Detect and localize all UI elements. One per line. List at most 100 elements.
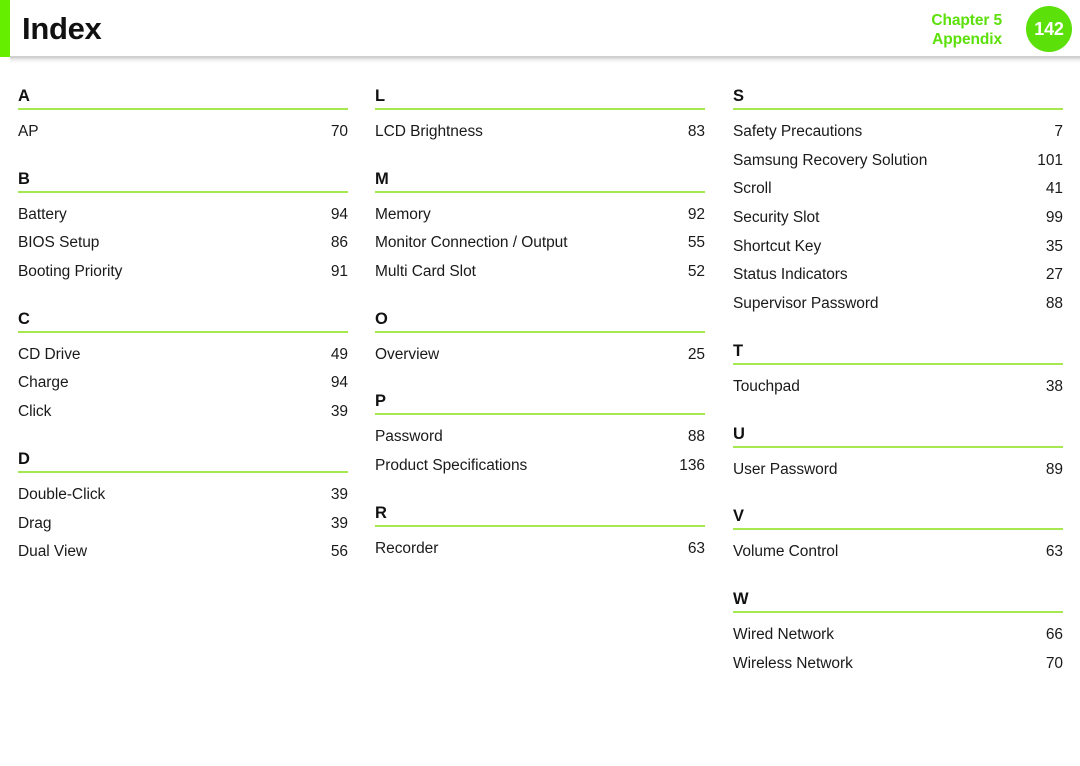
index-entry-label: Booting Priority	[18, 263, 123, 281]
index-entry-label: Wireless Network	[733, 654, 853, 672]
index-entry[interactable]: BIOS Setup 86	[18, 229, 348, 258]
letter-heading: P	[375, 392, 387, 411]
letter-group-t: T Touchpad 38	[733, 341, 1063, 402]
index-entry[interactable]: Charge 94	[18, 369, 348, 398]
index-entry-label: Samsung Recovery Solution	[733, 151, 928, 169]
index-entry[interactable]: Security Slot 99	[733, 204, 1063, 233]
chapter-section-label: Appendix	[932, 31, 1002, 48]
entry-list: Touchpad 38	[733, 373, 1063, 402]
index-entry-label: CD Drive	[18, 345, 81, 363]
letter-rule	[733, 528, 1063, 531]
index-entry-page: 39	[330, 403, 348, 421]
index-entry-label: Recorder	[375, 539, 439, 557]
index-entry[interactable]: Monitor Connection / Output 55	[375, 229, 705, 258]
index-entry-page: 89	[1045, 460, 1063, 478]
index-entry[interactable]: Product Specifications 136	[375, 452, 705, 481]
letter-heading: R	[375, 503, 387, 522]
index-entry-label: Overview	[375, 345, 440, 363]
index-entry-page: 88	[687, 428, 705, 446]
index-entry-label: Multi Card Slot	[375, 263, 476, 281]
index-entry[interactable]: Double-Click 39	[18, 481, 348, 510]
index-entry[interactable]: Drag 39	[18, 510, 348, 539]
index-entry[interactable]: Touchpad 38	[733, 373, 1063, 402]
letter-heading: M	[375, 169, 389, 188]
letter-heading: C	[18, 309, 30, 328]
entry-list: User Password 89	[733, 456, 1063, 485]
index-entry[interactable]: Wired Network 66	[733, 621, 1063, 650]
index-entry[interactable]: Password 88	[375, 423, 705, 452]
entry-list: CD Drive 49 Charge 94 Click 39	[18, 341, 348, 427]
index-entry-label: Charge	[18, 374, 69, 392]
letter-heading: L	[375, 87, 386, 105]
index-entry-label: Volume Control	[733, 543, 839, 561]
index-entry-page: 63	[1045, 543, 1063, 561]
index-entry[interactable]: Booting Priority 91	[18, 258, 348, 287]
index-entry-page: 83	[687, 123, 705, 140]
index-entry[interactable]: Click 39	[18, 398, 348, 427]
index-column-2: L LCD Brightness 83 M Memory 92 Monitor Connec…	[375, 86, 705, 564]
index-entry[interactable]: Safety Precautions 7	[733, 118, 1063, 147]
index-entry-page: 25	[687, 345, 705, 363]
entry-list: LCD Brightness 83	[375, 118, 705, 147]
index-entry[interactable]: LCD Brightness 83	[375, 118, 705, 147]
index-entry-page: 63	[687, 539, 705, 557]
letter-group-s: S Safety Precautions 7 Samsung Recovery Sol…	[733, 86, 1063, 319]
letter-rule	[375, 108, 705, 110]
letter-heading: T	[733, 341, 744, 360]
index-entry-page: 92	[687, 205, 705, 223]
index-entry[interactable]: Dual View 56	[18, 538, 348, 567]
index-entry[interactable]: Supervisor Password 88	[733, 290, 1063, 319]
index-entry-page: 70	[330, 123, 348, 140]
page-title: Index	[22, 11, 102, 46]
index-entry-label: Shortcut Key	[733, 237, 822, 255]
letter-rule	[733, 445, 1063, 448]
index-entry[interactable]: Samsung Recovery Solution 101	[733, 147, 1063, 176]
index-entry[interactable]: Battery 94	[18, 201, 348, 230]
index-entry[interactable]: AP 70	[18, 118, 348, 147]
letter-rule	[18, 108, 348, 110]
page-number-badge: 142	[1026, 6, 1072, 52]
index-entry-label: Supervisor Password	[733, 295, 879, 313]
index-entry-label: Memory	[375, 205, 431, 223]
index-entry-page: 94	[330, 374, 348, 392]
index-entry-page: 39	[330, 485, 348, 503]
index-entry[interactable]: User Password 89	[733, 456, 1063, 485]
index-entry-page: 70	[1045, 654, 1063, 672]
entry-list: AP 70	[18, 118, 348, 147]
index-entry-page: 101	[1037, 151, 1063, 169]
letter-heading: S	[733, 87, 745, 105]
letter-heading: B	[18, 169, 30, 188]
index-entry-page: 88	[1045, 295, 1063, 313]
index-entry-label: Drag	[18, 514, 52, 532]
index-entry-label: Security Slot	[733, 209, 820, 227]
letter-group-c: C CD Drive 49 Charge 94 Click 39	[18, 309, 348, 427]
letter-rule	[733, 108, 1063, 110]
index-entry[interactable]: Volume Control 63	[733, 538, 1063, 567]
index-entry[interactable]: Multi Card Slot 52	[375, 258, 705, 287]
index-entry[interactable]: Wireless Network 70	[733, 650, 1063, 679]
index-entry-label: Safety Precautions	[733, 123, 863, 140]
letter-group-u: U User Password 89	[733, 424, 1063, 485]
index-entry-page: 66	[1045, 625, 1063, 643]
index-entry-label: LCD Brightness	[375, 123, 483, 140]
index-column-3: S Safety Precautions 7 Samsung Recovery Sol…	[733, 86, 1063, 678]
entry-list: Battery 94 BIOS Setup 86 Booting Priority 91	[18, 201, 348, 287]
index-entry-page: 91	[330, 263, 348, 281]
index-entry[interactable]: Shortcut Key 35	[733, 233, 1063, 262]
index-entry[interactable]: Status Indicators 27	[733, 261, 1063, 290]
index-entry[interactable]: Scroll 41	[733, 175, 1063, 204]
letter-rule	[375, 190, 705, 193]
index-entry-page: 99	[1045, 209, 1063, 227]
index-entry-page: 86	[330, 234, 348, 252]
page-header: Index Chapter 5 Appendix 142	[0, 0, 1080, 63]
letter-group-m: M Memory 92 Monitor Connection / Output 55 Mu…	[375, 169, 705, 287]
index-entry[interactable]: Recorder 63	[375, 535, 705, 564]
letter-rule	[733, 362, 1063, 365]
index-entry-page: 94	[330, 205, 348, 223]
index-entry[interactable]: Memory 92	[375, 201, 705, 230]
index-entry[interactable]: CD Drive 49	[18, 341, 348, 370]
index-entry-page: 41	[1045, 180, 1063, 198]
index-entry-label: Password	[375, 428, 443, 446]
index-entry-label: Touchpad	[733, 377, 800, 395]
index-entry[interactable]: Overview 25	[375, 341, 705, 370]
